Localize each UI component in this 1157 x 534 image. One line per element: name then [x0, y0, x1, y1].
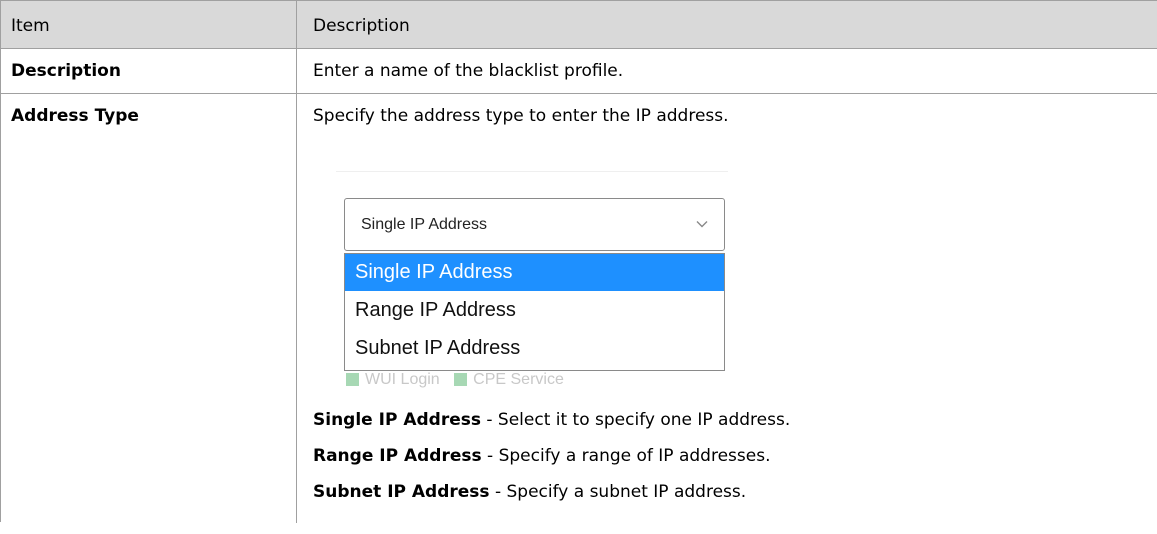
definition-term: Range IP Address	[313, 446, 482, 466]
option-subnet-ip[interactable]: Subnet IP Address	[345, 330, 724, 367]
option-single-ip[interactable]: Single IP Address	[345, 254, 724, 291]
definition-term: Single IP Address	[313, 410, 481, 430]
definition-text: - Select it to specify one IP address.	[480, 410, 791, 430]
cpe-service-label: CPE Service	[473, 371, 564, 388]
checkbox-icon	[454, 373, 468, 387]
chevron-down-icon	[696, 221, 708, 228]
row-text-description: Enter a name of the blacklist profile.	[313, 61, 624, 81]
definition-single-ip: Single IP Address - Select it to specify…	[313, 409, 790, 431]
header-item: Item	[11, 16, 50, 36]
column-divider	[296, 1, 297, 523]
divider	[336, 171, 728, 172]
covered-options: WUI Login CPE Service	[346, 371, 564, 389]
checkbox-icon	[346, 373, 359, 387]
address-type-select[interactable]: Single IP Address	[344, 198, 725, 251]
row-item-description: Description	[11, 61, 121, 81]
wui-login-label: WUI Login	[365, 371, 440, 388]
select-value: Single IP Address	[361, 216, 488, 233]
definition-subnet-ip: Subnet IP Address - Specify a subnet IP …	[313, 481, 746, 503]
description-table: Item Description Description Enter a nam…	[0, 0, 1157, 523]
row-item-address-type: Address Type	[11, 106, 139, 126]
address-type-dropdown: Single IP Address Range IP Address Subne…	[344, 253, 725, 371]
table-header-row: Item Description	[1, 1, 1157, 49]
definition-text: - Specify a subnet IP address.	[489, 482, 747, 502]
header-description: Description	[313, 16, 410, 36]
table-row-description: Description Enter a name of the blacklis…	[1, 49, 1157, 94]
option-range-ip[interactable]: Range IP Address	[345, 292, 724, 329]
definition-range-ip: Range IP Address - Specify a range of IP…	[313, 445, 770, 467]
definition-text: - Specify a range of IP addresses.	[481, 446, 771, 466]
table-row-address-type: Address Type Specify the address type to…	[1, 94, 1157, 534]
row-text-address-type-intro: Specify the address type to enter the IP…	[313, 106, 729, 126]
select-screenshot: Single IP Address WUI Login CPE Service …	[336, 171, 728, 389]
definition-term: Subnet IP Address	[313, 482, 490, 502]
